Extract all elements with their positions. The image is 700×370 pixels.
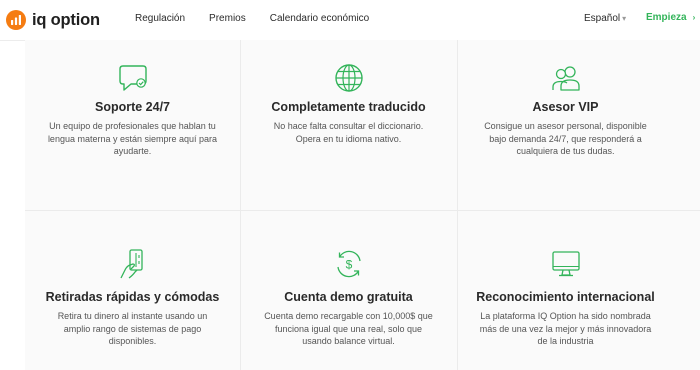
globe-icon	[334, 64, 363, 92]
feature-description: La plataforma IQ Option ha sido nombrada…	[479, 311, 652, 346]
top-header: iq option Regulación Premios Calendario …	[0, 0, 700, 41]
chat-bubble-check-icon	[118, 65, 147, 91]
feature-title: Soporte 24/7	[94, 100, 171, 114]
chevron-down-icon: ▾	[622, 14, 627, 23]
feature-support: Soporte 24/7 Un equipo de profesionales …	[25, 62, 240, 158]
feature-title: Completamente traducido	[271, 100, 426, 114]
svg-text:$: $	[345, 258, 352, 272]
feature-translated: Completamente traducido No hace falta co…	[241, 62, 456, 145]
feature-title: Asesor VIP	[532, 100, 599, 114]
feature-description: Retira tu dinero al instante usando un a…	[57, 311, 208, 346]
start-button[interactable]: Empieza ›	[646, 12, 695, 23]
nav-item-calendario[interactable]: Calendario económico	[270, 13, 370, 24]
feature-description: Cuenta demo recargable con 10,000$ que f…	[264, 311, 433, 346]
monitor-icon	[551, 251, 580, 277]
feature-description: Consigue un asesor personal, disponible …	[484, 121, 647, 156]
feature-description: Un equipo de profesionales que hablan tu…	[47, 121, 218, 156]
language-selector[interactable]: Español ▾	[584, 13, 626, 24]
feature-title: Retiradas rápidas y cómodas	[45, 290, 220, 304]
feature-withdrawals: Retiradas rápidas y cómodas Retira tu di…	[25, 248, 240, 348]
start-button-label: Empieza	[646, 12, 687, 23]
dollar-cycle-icon: $	[336, 250, 361, 278]
grid-divider	[25, 210, 700, 211]
feature-title: Reconocimiento internacional	[476, 290, 655, 304]
nav-item-regulacion[interactable]: Regulación	[135, 13, 185, 24]
features-grid: Soporte 24/7 Un equipo de profesionales …	[25, 40, 700, 370]
feature-description: No hace falta consultar el diccionario. …	[273, 121, 424, 144]
nav-item-premios[interactable]: Premios	[209, 13, 246, 24]
feature-demo-account: $ Cuenta demo gratuita Cuenta demo recar…	[241, 248, 456, 348]
main-nav: Regulación Premios Calendario económico	[135, 13, 393, 24]
brand-logo[interactable]: iq option	[6, 9, 100, 31]
feature-recognition: Reconocimiento internacional La platafor…	[458, 248, 673, 348]
chevron-right-icon: ›	[692, 13, 696, 22]
hand-card-icon	[119, 249, 143, 279]
users-icon	[551, 66, 580, 91]
feature-vip: Asesor VIP Consigue un asesor personal, …	[458, 62, 673, 158]
language-label: Español	[584, 13, 621, 24]
iq-option-logo-icon	[6, 10, 26, 30]
feature-title: Cuenta demo gratuita	[284, 290, 413, 304]
brand-name: iq option	[32, 10, 100, 29]
